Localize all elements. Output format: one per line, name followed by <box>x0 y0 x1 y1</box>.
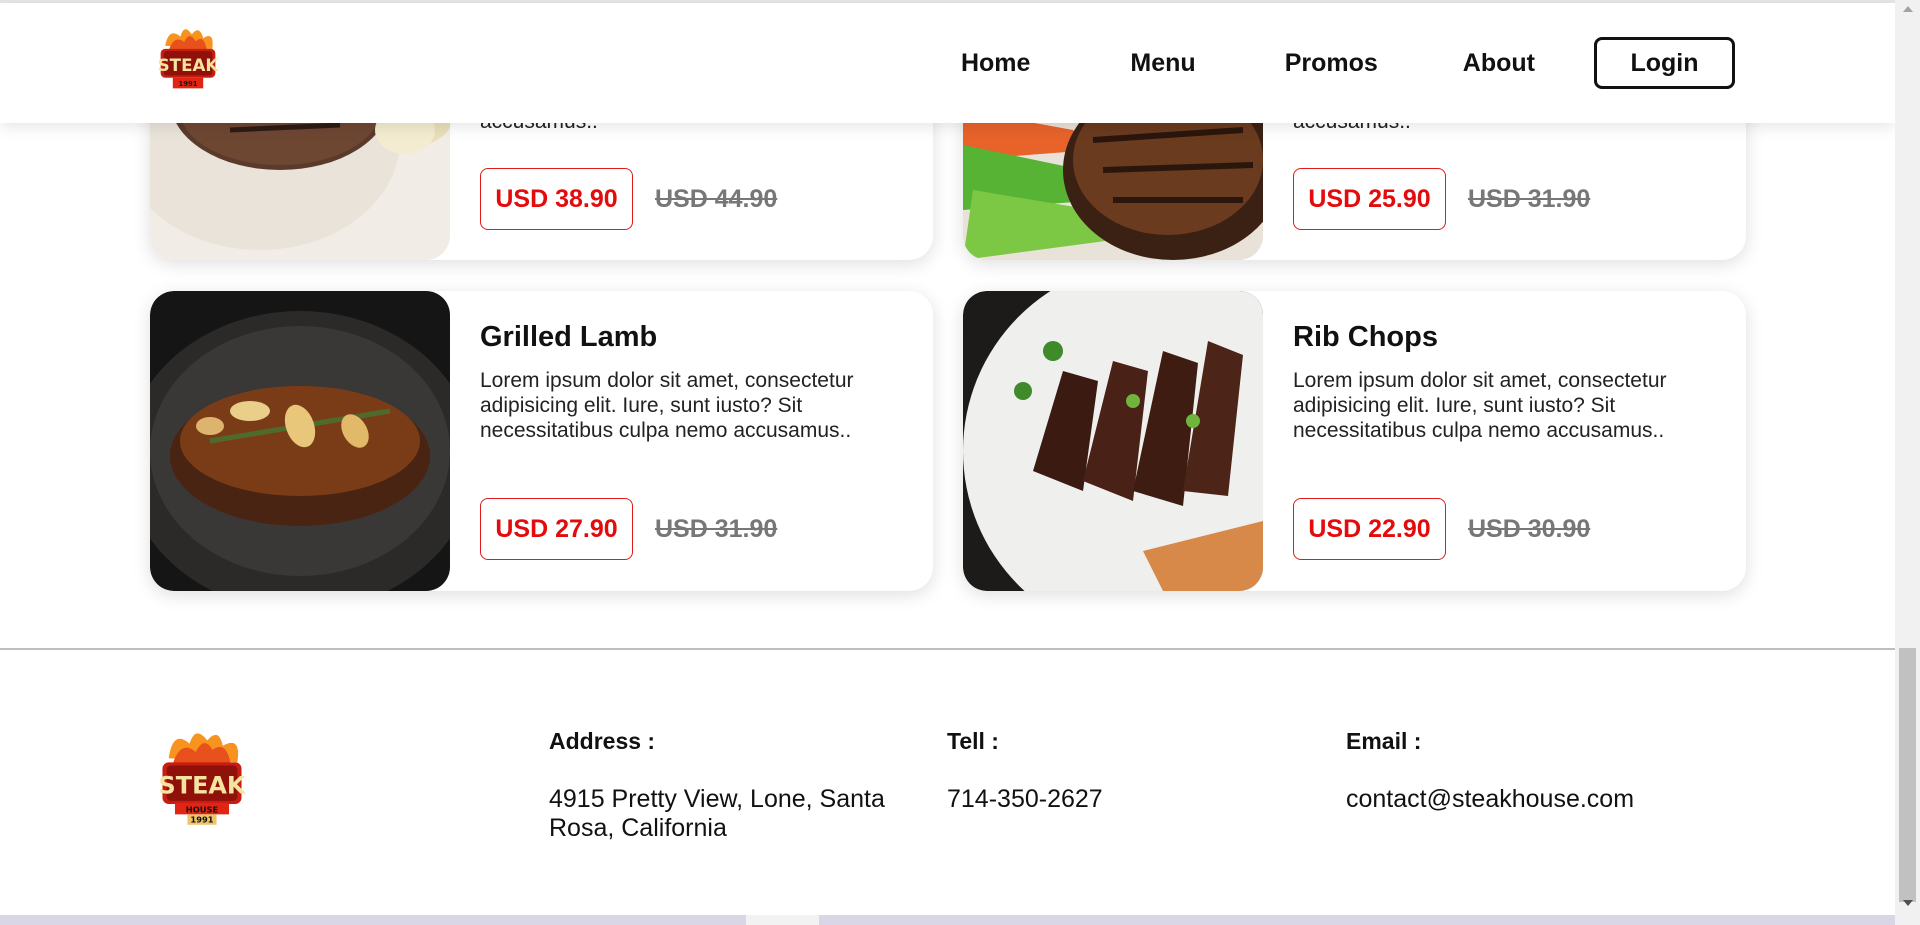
email-label: Email : <box>1346 728 1422 754</box>
old-price: USD 31.90 <box>1468 184 1591 213</box>
navbar: STEAK 1991 Home Menu Promos About Login <box>0 3 1895 123</box>
menu-item-body: Rib Chops Lorem ipsum dolor sit amet, co… <box>1293 291 1726 443</box>
vertical-scrollbar[interactable] <box>1895 0 1920 925</box>
nav-promos[interactable]: Promos <box>1285 49 1378 78</box>
footer-divider <box>0 648 1895 650</box>
nav-links: Home Menu Promos About Login <box>961 37 1735 89</box>
address-value: 4915 Pretty View, Lone, Santa Rosa, Cali… <box>549 785 885 842</box>
svg-text:STEAK: STEAK <box>159 772 247 800</box>
login-button[interactable]: Login <box>1594 37 1735 89</box>
price-group: USD 25.90 USD 31.90 <box>1293 168 1590 230</box>
menu-item-description: Lorem ipsum dolor sit amet, consectetur … <box>480 369 854 442</box>
horizontal-scrollbar[interactable] <box>0 915 1895 925</box>
tel-value[interactable]: 714-350-2627 <box>947 785 1287 814</box>
page: accusamus.. USD 38.90 USD 44.90 accusamu… <box>0 0 1895 925</box>
nav-menu[interactable]: Menu <box>1130 49 1195 78</box>
footer-email: Email : contact@steakhouse.com <box>1346 728 1746 814</box>
horizontal-scroll-thumb[interactable] <box>746 915 819 925</box>
nav-about[interactable]: About <box>1463 49 1535 78</box>
grilled-lamb-image <box>150 291 450 591</box>
menu-item-title: Grilled Lamb <box>480 321 658 353</box>
rib-chops-image <box>963 291 1263 591</box>
footer-logo: STEAK HOUSE 1991 <box>150 727 254 831</box>
scroll-down-icon[interactable] <box>1903 900 1913 906</box>
steakhouse-logo[interactable]: STEAK 1991 <box>150 23 226 99</box>
price-group: USD 27.90 USD 31.90 <box>480 498 777 560</box>
price-button[interactable]: USD 22.90 <box>1293 498 1446 560</box>
scroll-up-icon[interactable] <box>1903 6 1913 12</box>
old-price: USD 31.90 <box>655 514 778 543</box>
tel-label: Tell : <box>947 728 999 754</box>
price-button[interactable]: USD 38.90 <box>480 168 633 230</box>
price-group: USD 38.90 USD 44.90 <box>480 168 777 230</box>
email-value[interactable]: contact@steakhouse.com <box>1346 785 1746 814</box>
old-price: USD 44.90 <box>655 184 778 213</box>
footer-tel: Tell : 714-350-2627 <box>947 728 1287 814</box>
old-price: USD 30.90 <box>1468 514 1591 543</box>
price-button[interactable]: USD 27.90 <box>480 498 633 560</box>
menu-item-body: Grilled Lamb Lorem ipsum dolor sit amet,… <box>480 291 913 443</box>
address-label: Address : <box>549 728 656 754</box>
price-button[interactable]: USD 25.90 <box>1293 168 1446 230</box>
svg-text:1991: 1991 <box>178 80 197 88</box>
svg-text:STEAK: STEAK <box>158 55 220 75</box>
nav-home[interactable]: Home <box>961 49 1030 78</box>
footer-address: Address : 4915 Pretty View, Lone, Santa … <box>549 728 919 843</box>
menu-card-rib-chops[interactable]: Rib Chops Lorem ipsum dolor sit amet, co… <box>963 291 1746 591</box>
menu-item-title: Rib Chops <box>1293 321 1438 353</box>
menu-card-grilled-lamb[interactable]: Grilled Lamb Lorem ipsum dolor sit amet,… <box>150 291 933 591</box>
vertical-scroll-thumb[interactable] <box>1899 648 1916 902</box>
svg-text:HOUSE: HOUSE <box>186 804 219 814</box>
svg-text:1991: 1991 <box>190 815 213 825</box>
price-group: USD 22.90 USD 30.90 <box>1293 498 1590 560</box>
menu-item-description: Lorem ipsum dolor sit amet, consectetur … <box>1293 369 1667 442</box>
